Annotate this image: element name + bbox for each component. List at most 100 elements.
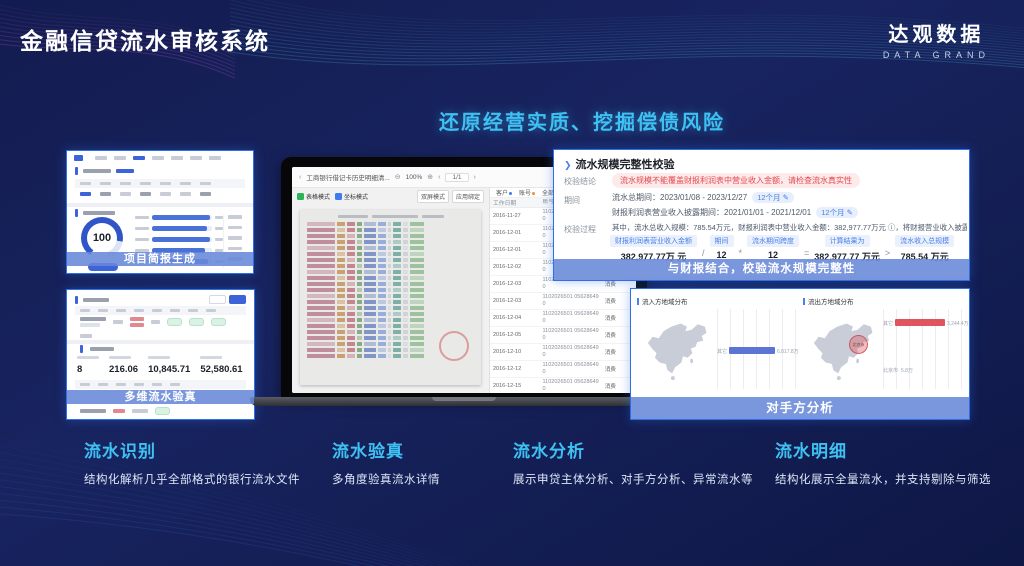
mini-app-logo xyxy=(74,155,83,161)
inflow-bar xyxy=(729,347,775,354)
prev-page-icon[interactable]: ‹ xyxy=(438,174,440,181)
stat-item: 52,580.61 xyxy=(200,356,242,375)
formula-label: 流水收入总规模 xyxy=(895,235,954,247)
second-value: 5.8万 xyxy=(901,367,913,374)
scan-row xyxy=(307,300,481,304)
bar-value: 3,244.4万 xyxy=(947,320,969,327)
brand-logo: 达观数据 DATA GRAND xyxy=(883,18,990,60)
feature-detail: 流水明细 结构化展示全量流水，并支持剔除与筛选 xyxy=(775,437,991,487)
mini-table-header xyxy=(75,380,246,389)
formula-operator: * xyxy=(739,248,743,258)
scan-row xyxy=(307,306,481,310)
scan-row xyxy=(307,240,481,244)
outflow-chart: 流出方地域分布 北京市 其它 3,244.4万 北京市 5.8万 xyxy=(803,296,963,392)
filter-customer[interactable]: 客户 xyxy=(496,188,512,197)
scan-row xyxy=(307,318,481,322)
inflow-title: 流入方地域分布 xyxy=(637,296,797,306)
mini-section-header xyxy=(75,167,134,175)
laptop-table-cell: 2016-12-05 xyxy=(490,332,540,338)
stat-item: 10,845.71 xyxy=(148,356,190,375)
laptop-table-cell: 消费 xyxy=(602,280,636,288)
mini-table-row xyxy=(75,407,246,415)
laptop-table-cell: 1102026501 056286490 xyxy=(540,379,602,392)
formula-label: 财报利润表营业收入金额 xyxy=(610,235,697,247)
next-page-icon[interactable]: › xyxy=(474,174,476,181)
laptop-table-row[interactable]: 2016-12-101102026501 056286490消费 xyxy=(490,344,636,361)
scan-row xyxy=(307,258,481,262)
scan-row xyxy=(307,276,481,280)
process-label: 校验过程 xyxy=(564,224,596,235)
laptop-table-cell: 2016-12-12 xyxy=(490,366,540,372)
feature-desc: 多角度验真流水详情 xyxy=(332,471,440,487)
laptop-table-row[interactable]: 2016-12-051102026501 056286490消费 xyxy=(490,327,636,344)
laptop-table-row[interactable]: 2016-12-151102026501 056286490消费 xyxy=(490,378,636,393)
mini-section-header xyxy=(75,345,246,353)
laptop-table-cell: 1102026501 056286490 xyxy=(540,328,602,341)
table-mode-button[interactable]: 表格模式 xyxy=(297,192,330,201)
stat-value: 52,580.61 xyxy=(200,364,242,375)
mini-table-row xyxy=(75,317,246,327)
conclusion-alert: 流水规模不能覆盖财报利润表中营业收入金额，请检查流水真实性 xyxy=(612,173,860,188)
slide-headline: 还原经营实质、挖掘偿债风险 xyxy=(312,106,852,135)
divider xyxy=(67,340,254,344)
red-stamp xyxy=(439,331,469,361)
slide-canvas: 金融信贷流水审核系统 达观数据 DATA GRAND 还原经营实质、挖掘偿债风险… xyxy=(0,0,1024,566)
caption-briefing: 项目简报生成 xyxy=(67,252,253,266)
inflow-bar-chart: 其它 6,817.8万 xyxy=(717,309,797,389)
integrity-title: ❯流水规模完整性校验 xyxy=(564,156,675,172)
brand-logo-en: DATA GRAND xyxy=(883,50,990,60)
months-tag[interactable]: 12个月 ✎ xyxy=(816,207,858,218)
coordinate-mode-button[interactable]: 坐标模式 xyxy=(335,192,368,201)
formula-item-1: 期间12 xyxy=(710,235,734,260)
back-icon[interactable]: ‹ xyxy=(299,174,301,181)
briefing-screenshot-card: 100 项目简报生成 xyxy=(66,150,254,274)
status-pill xyxy=(211,318,226,326)
laptop-table-cell: 1102026501 056286490 xyxy=(540,294,602,307)
scan-row xyxy=(307,324,481,328)
verify-screenshot-card: 8 216.06 10,845.71 52,580.61 多维流水验真 xyxy=(66,289,255,420)
scan-row xyxy=(307,264,481,268)
laptop-table-row[interactable]: 2016-12-121102026501 056286490消费 xyxy=(490,361,636,378)
laptop-table-row[interactable]: 2016-12-031102026501 056286490消费 xyxy=(490,293,636,310)
zoom-in-icon[interactable]: ⊕ xyxy=(427,173,433,181)
process-text: 其中，流水总收入规模：785.54万元，财报利润表中营业收入金额：382,977… xyxy=(612,222,967,233)
laptop-table-cell: 2016-11-27 xyxy=(490,213,540,219)
feature-title: 流水验真 xyxy=(332,437,440,462)
scan-row xyxy=(307,282,481,286)
zoom-out-icon[interactable]: ⊖ xyxy=(395,173,401,181)
chevron-right-icon[interactable]: ❯ xyxy=(564,160,572,170)
months-tag[interactable]: 12个月 ✎ xyxy=(752,192,794,203)
mini-section-header xyxy=(75,295,246,304)
mini-button[interactable] xyxy=(229,295,246,304)
inflow-chart: 流入方地域分布 其它 6,817.8万 xyxy=(637,296,797,392)
feature-desc: 结构化展示全量流水，并支持剔除与筛选 xyxy=(775,471,991,487)
scanned-bank-statement xyxy=(300,210,481,385)
integrity-check-panel: ❯流水规模完整性校验 校验结论 流水规模不能覆盖财报利润表中营业收入金额，请检查… xyxy=(553,149,970,281)
mini-table-row xyxy=(75,192,245,196)
verify-stats: 8 216.06 10,845.71 52,580.61 xyxy=(77,356,248,375)
formula-label: 期间 xyxy=(710,235,734,247)
region-marker: 北京市 xyxy=(849,335,868,354)
feature-title: 流水识别 xyxy=(84,437,300,462)
mini-section-header xyxy=(75,209,115,217)
dual-screen-button[interactable]: 双屏模式 xyxy=(417,190,449,203)
period-line-2: 财报利润表营业收入披露期间：2021/01/01 - 2021/12/0112个… xyxy=(612,207,858,218)
laptop-table-cell: 2016-12-10 xyxy=(490,349,540,355)
stat-item: 8 xyxy=(77,356,99,375)
bar-label: 其它 xyxy=(717,348,727,355)
status-pill xyxy=(189,318,204,326)
scan-row xyxy=(307,312,481,316)
laptop-table-row[interactable]: 2016-12-041102026501 056286490消费 xyxy=(490,310,636,327)
scan-row xyxy=(307,294,481,298)
conclusion-label: 校验结论 xyxy=(564,176,596,187)
caption-counterparty: 对手方分析 xyxy=(631,397,969,419)
mini-note xyxy=(75,334,246,338)
mini-table-header xyxy=(75,179,245,188)
mini-button[interactable] xyxy=(209,295,226,304)
filter-account[interactable]: 账号 xyxy=(519,188,535,197)
mode-bar: 表格模式 坐标模式 双屏模式 应用绑定 xyxy=(292,188,489,204)
scan-row xyxy=(307,252,481,256)
stat-value: 216.06 xyxy=(109,364,138,375)
bind-apply-button[interactable]: 应用绑定 xyxy=(452,190,484,203)
scan-row xyxy=(307,270,481,274)
